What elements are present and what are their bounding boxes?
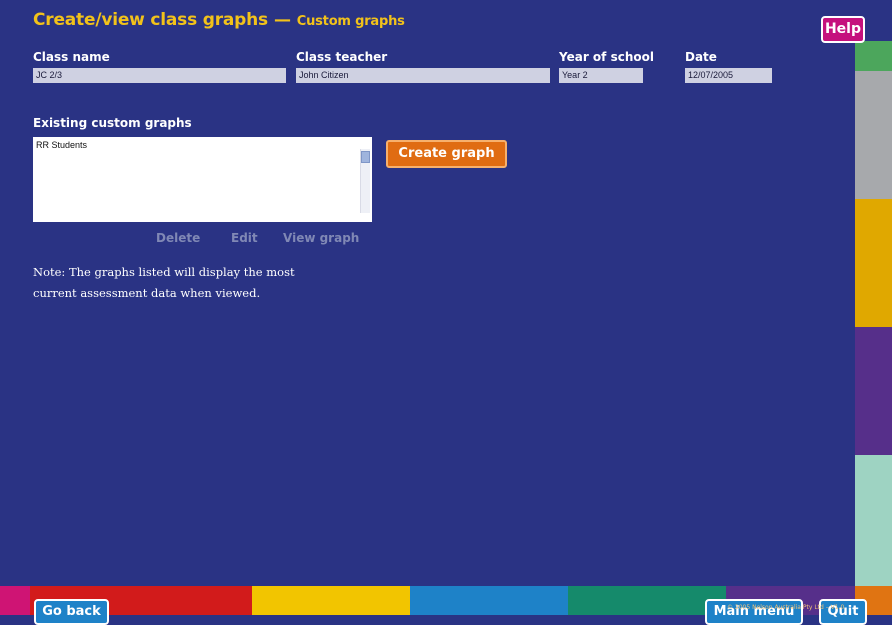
note-text: Note: The graphs listed will display the… bbox=[33, 265, 295, 300]
page-subtitle: Custom graphs bbox=[296, 14, 405, 29]
help-button[interactable]: Help bbox=[821, 16, 865, 43]
bottom-color-bar-green bbox=[568, 586, 726, 615]
view-graph-button[interactable]: View graph bbox=[283, 231, 359, 245]
quit-button[interactable]: Quit bbox=[819, 599, 867, 625]
page-title-main: Create/view class graphs bbox=[33, 10, 268, 30]
right-color-strip-green bbox=[855, 41, 892, 71]
class-name-label: Class name bbox=[33, 50, 110, 64]
bottom-color-bar-yellow bbox=[252, 586, 410, 615]
copyright-text: © 2005 Nelson Australia Pty Ltd – V1.0 bbox=[727, 604, 845, 611]
title-separator: — bbox=[273, 10, 291, 30]
list-item[interactable]: RR Students bbox=[36, 140, 87, 150]
date-field[interactable]: 12/07/2005 bbox=[685, 68, 772, 83]
delete-button[interactable]: Delete bbox=[156, 231, 200, 245]
go-back-button[interactable]: Go back bbox=[34, 599, 109, 625]
right-color-strip-grey bbox=[855, 71, 892, 199]
page-title: Create/view class graphs — Custom graphs bbox=[33, 10, 405, 30]
main-menu-button[interactable]: Main menu bbox=[705, 599, 803, 625]
year-of-school-label: Year of school bbox=[559, 50, 654, 64]
year-of-school-field[interactable]: Year 2 bbox=[559, 68, 643, 83]
scrollbar[interactable] bbox=[360, 149, 370, 213]
class-teacher-field[interactable]: John Citizen bbox=[296, 68, 550, 83]
right-color-strip-yellow bbox=[855, 199, 892, 327]
app-window: Create/view class graphs — Custom graphs H… bbox=[0, 0, 892, 625]
date-label: Date bbox=[685, 50, 717, 64]
graphs-listbox[interactable]: RR Students bbox=[33, 137, 372, 222]
right-color-strip-purple bbox=[855, 327, 892, 455]
scrollbar-thumb-icon[interactable] bbox=[361, 151, 370, 163]
edit-button[interactable]: Edit bbox=[231, 231, 258, 245]
bottom-color-bar-blue bbox=[410, 586, 568, 615]
existing-graphs-label: Existing custom graphs bbox=[33, 116, 192, 130]
class-name-field[interactable]: JC 2/3 bbox=[33, 68, 286, 83]
class-teacher-label: Class teacher bbox=[296, 50, 388, 64]
create-graph-button[interactable]: Create graph bbox=[386, 140, 507, 168]
bottom-color-bar-pink bbox=[0, 586, 30, 615]
right-color-strip-teal bbox=[855, 455, 892, 586]
